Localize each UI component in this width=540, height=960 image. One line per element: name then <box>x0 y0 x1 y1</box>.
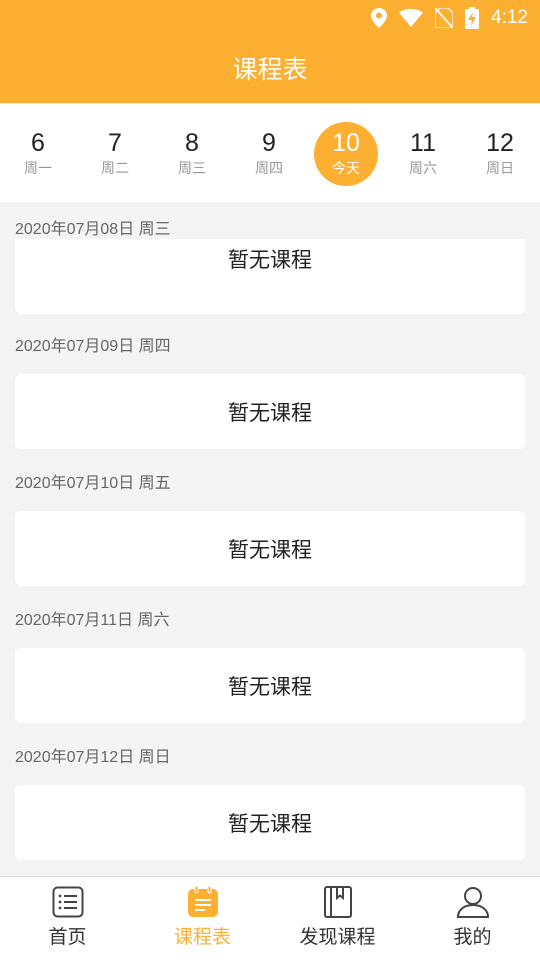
battery-charging-icon <box>465 7 480 29</box>
no-course-card: 暂无课程 <box>15 374 525 449</box>
tab-label: 我的 <box>453 926 492 948</box>
day-number: 8 <box>185 129 199 157</box>
week-selector: 6 周一 7 周二 8 周三 9 周四 10 今天 11 周六 12 周日 <box>0 103 540 202</box>
page-title: 课程表 <box>232 55 308 84</box>
day-number: 10 <box>332 129 360 157</box>
day-thu[interactable]: 9 周四 <box>237 122 301 186</box>
book-icon <box>321 885 355 919</box>
tab-label: 课程表 <box>173 926 231 948</box>
schedule-list[interactable]: 2020年07月08日 周三 暂无课程 2020年07月09日 周四 暂无课程 … <box>0 202 540 875</box>
tab-profile[interactable]: 我的 <box>405 885 540 960</box>
day-sun[interactable]: 12 周日 <box>468 122 532 186</box>
date-label: 2020年07月12日 周日 <box>15 749 171 766</box>
tab-label: 发现课程 <box>299 926 376 948</box>
day-number: 6 <box>31 129 45 157</box>
list-icon <box>51 885 85 919</box>
day-number: 12 <box>486 129 514 157</box>
day-number: 7 <box>108 129 122 157</box>
day-label: 周四 <box>255 161 283 177</box>
no-sim-icon <box>435 8 454 28</box>
day-label: 周六 <box>409 161 437 177</box>
no-course-card: 暂无课程 <box>15 648 525 723</box>
no-course-card: 暂无课程 <box>15 239 525 314</box>
wifi-icon <box>399 9 424 27</box>
tab-schedule[interactable]: 课程表 <box>135 885 270 960</box>
no-course-card: 暂无课程 <box>15 511 525 586</box>
location-icon <box>371 8 388 28</box>
day-wed[interactable]: 8 周三 <box>160 122 224 186</box>
day-mon[interactable]: 6 周一 <box>6 122 70 186</box>
date-label: 2020年07月09日 周四 <box>15 338 171 355</box>
calendar-icon <box>186 885 220 919</box>
date-label: 2020年07月08日 周三 <box>15 221 171 238</box>
tab-home[interactable]: 首页 <box>0 885 135 960</box>
day-sat[interactable]: 11 周六 <box>391 122 455 186</box>
day-today[interactable]: 10 今天 <box>314 122 378 186</box>
day-label: 周三 <box>178 161 206 177</box>
date-label: 2020年07月11日 周六 <box>15 612 170 629</box>
user-icon <box>456 885 490 919</box>
day-label: 周一 <box>24 161 52 177</box>
date-label: 2020年07月10日 周五 <box>15 475 171 492</box>
day-label: 周二 <box>101 161 129 177</box>
no-course-card: 暂无课程 <box>15 785 525 860</box>
bottom-tab-bar: 首页 课程表 发现课程 我的 <box>0 876 540 960</box>
day-tue[interactable]: 7 周二 <box>83 122 147 186</box>
tab-discover[interactable]: 发现课程 <box>270 885 405 960</box>
day-number: 9 <box>262 129 276 157</box>
day-label: 周日 <box>486 161 514 177</box>
day-label: 今天 <box>332 161 360 177</box>
tab-label: 首页 <box>48 926 87 948</box>
status-time: 4:12 <box>491 7 528 28</box>
status-bar: 4:12 <box>0 0 540 36</box>
day-number: 11 <box>410 129 436 157</box>
app-header: 4:12 课程表 <box>0 0 540 103</box>
